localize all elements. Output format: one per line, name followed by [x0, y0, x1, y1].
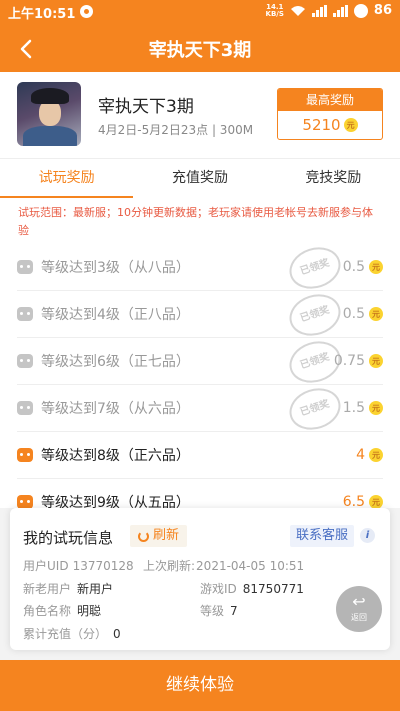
task-text: 等级达到9级（从五品） — [41, 495, 190, 508]
gamepad-icon — [17, 307, 33, 321]
refresh-button[interactable]: 刷新 — [130, 525, 188, 547]
user-type-field: 新老用户 新用户 — [23, 582, 114, 596]
game-cover-image — [17, 82, 81, 146]
signal-icon — [311, 4, 327, 17]
trial-info-card: 我的试玩信息 刷新 联系客服 i 用户UID 13770128 上次刷新:2021… — [10, 508, 390, 650]
tab-recharge-reward[interactable]: 充值奖励 — [133, 159, 266, 198]
refresh-icon — [138, 530, 149, 542]
coin-icon: 元 — [369, 495, 383, 508]
status-bar: 上午10:51 14.1 KB/S 86 — [0, 0, 400, 24]
game-meta: 4月2日-5月2日23点 | 300M — [98, 123, 254, 137]
recharge-field: 累计充值（分） 0 — [23, 627, 121, 641]
task-reward: 6.5 — [342, 494, 365, 508]
claimed-stamp: 已领奖 — [284, 240, 346, 296]
gamepad-icon — [17, 260, 33, 274]
coin-icon: 元 — [369, 354, 383, 368]
coin-icon: 元 — [369, 448, 383, 462]
gamepad-icon — [17, 354, 33, 368]
task-text: 等级达到3级（从八品） — [41, 260, 190, 276]
last-refresh-field: 上次刷新:2021-04-05 10:51 — [143, 559, 305, 573]
network-speed: 14.1 KB/S — [265, 2, 284, 18]
task-text: 等级达到7级（从六品） — [41, 401, 190, 417]
game-name: 宰执天下3期 — [98, 97, 194, 117]
page-title: 宰执天下3期 — [148, 40, 252, 61]
game-id-field: 游戏ID 81750771 — [200, 582, 304, 596]
task-list: 试玩范围：最新服；10分钟更新数据；老玩家请使用老帐号去新服参与体验 等级达到3… — [0, 198, 400, 508]
tab-competition-reward[interactable]: 竞技奖励 — [267, 159, 400, 198]
task-text: 等级达到4级（正八品） — [41, 307, 190, 323]
wifi-icon — [290, 5, 305, 16]
task-reward: 4 — [356, 447, 365, 463]
coin-icon: 元 — [369, 260, 383, 274]
card-title: 我的试玩信息 — [23, 529, 114, 547]
coin-icon: 元 — [369, 401, 383, 415]
floating-back-button[interactable]: ↩ 返回 — [336, 586, 382, 632]
title-bar: 宰执天下3期 — [0, 24, 400, 72]
gamepad-icon — [17, 495, 33, 508]
claimed-stamp: 已领奖 — [284, 287, 346, 343]
contact-service-button[interactable]: 联系客服 — [290, 525, 355, 547]
battery-icon — [353, 3, 368, 18]
gamepad-icon — [17, 448, 33, 462]
task-row[interactable]: 等级达到9级（从五品） 6.5 元 — [17, 479, 383, 508]
info-icon[interactable]: i — [360, 528, 375, 543]
task-text: 等级达到6级（正七品） — [41, 354, 190, 370]
task-reward: 0.75 — [333, 353, 365, 369]
role-name-field: 角色名称 明聪 — [23, 604, 102, 618]
trial-notice: 试玩范围：最新服；10分钟更新数据；老玩家请使用老帐号去新服参与体验 — [18, 206, 373, 237]
max-prize-box: 最高奖励 5210 元 — [277, 88, 383, 140]
game-header: 宰执天下3期 4月2日-5月2日23点 | 300M 最高奖励 5210 元 — [0, 72, 400, 158]
task-reward: 0.5 — [342, 259, 365, 275]
level-field: 等级 7 — [200, 604, 238, 618]
max-prize-label: 最高奖励 — [278, 89, 382, 111]
tab-trial-reward[interactable]: 试玩奖励 — [0, 159, 134, 199]
task-row[interactable]: 等级达到8级（正六品） 4元 — [17, 432, 383, 479]
task-reward: 1.5 — [342, 400, 365, 416]
status-time: 上午10:51 — [8, 7, 76, 22]
task-row: 等级达到7级（从六品） 已领奖 1.5 元 — [17, 381, 383, 437]
signal-icon-2 — [332, 4, 348, 17]
reward-tabs: 试玩奖励 充值奖励 竞技奖励 — [0, 158, 400, 199]
task-text: 等级达到8级（正六品） — [41, 448, 190, 464]
coin-icon: 元 — [343, 118, 358, 132]
task-reward: 0.5 — [342, 306, 365, 322]
claimed-stamp: 已领奖 — [284, 381, 346, 437]
max-prize-value: 5210 — [302, 116, 341, 134]
task-row: 等级达到6级（正七品） 已领奖 0.75 元 — [17, 334, 383, 390]
return-arrow-icon: ↩ — [352, 592, 366, 611]
notification-icon — [80, 5, 93, 18]
status-icons: 14.1 KB/S 86 — [266, 3, 392, 18]
uid-field: 用户UID 13770128 — [23, 559, 134, 573]
gamepad-icon — [17, 401, 33, 415]
task-row: 等级达到3级（从八品） 已领奖 0.5 元 — [17, 240, 383, 296]
continue-experience-button[interactable]: 继续体验 — [0, 660, 400, 711]
coin-icon: 元 — [369, 307, 383, 321]
battery-level: 86 — [373, 3, 392, 18]
task-row: 等级达到4级（正八品） 已领奖 0.5 元 — [17, 287, 383, 343]
